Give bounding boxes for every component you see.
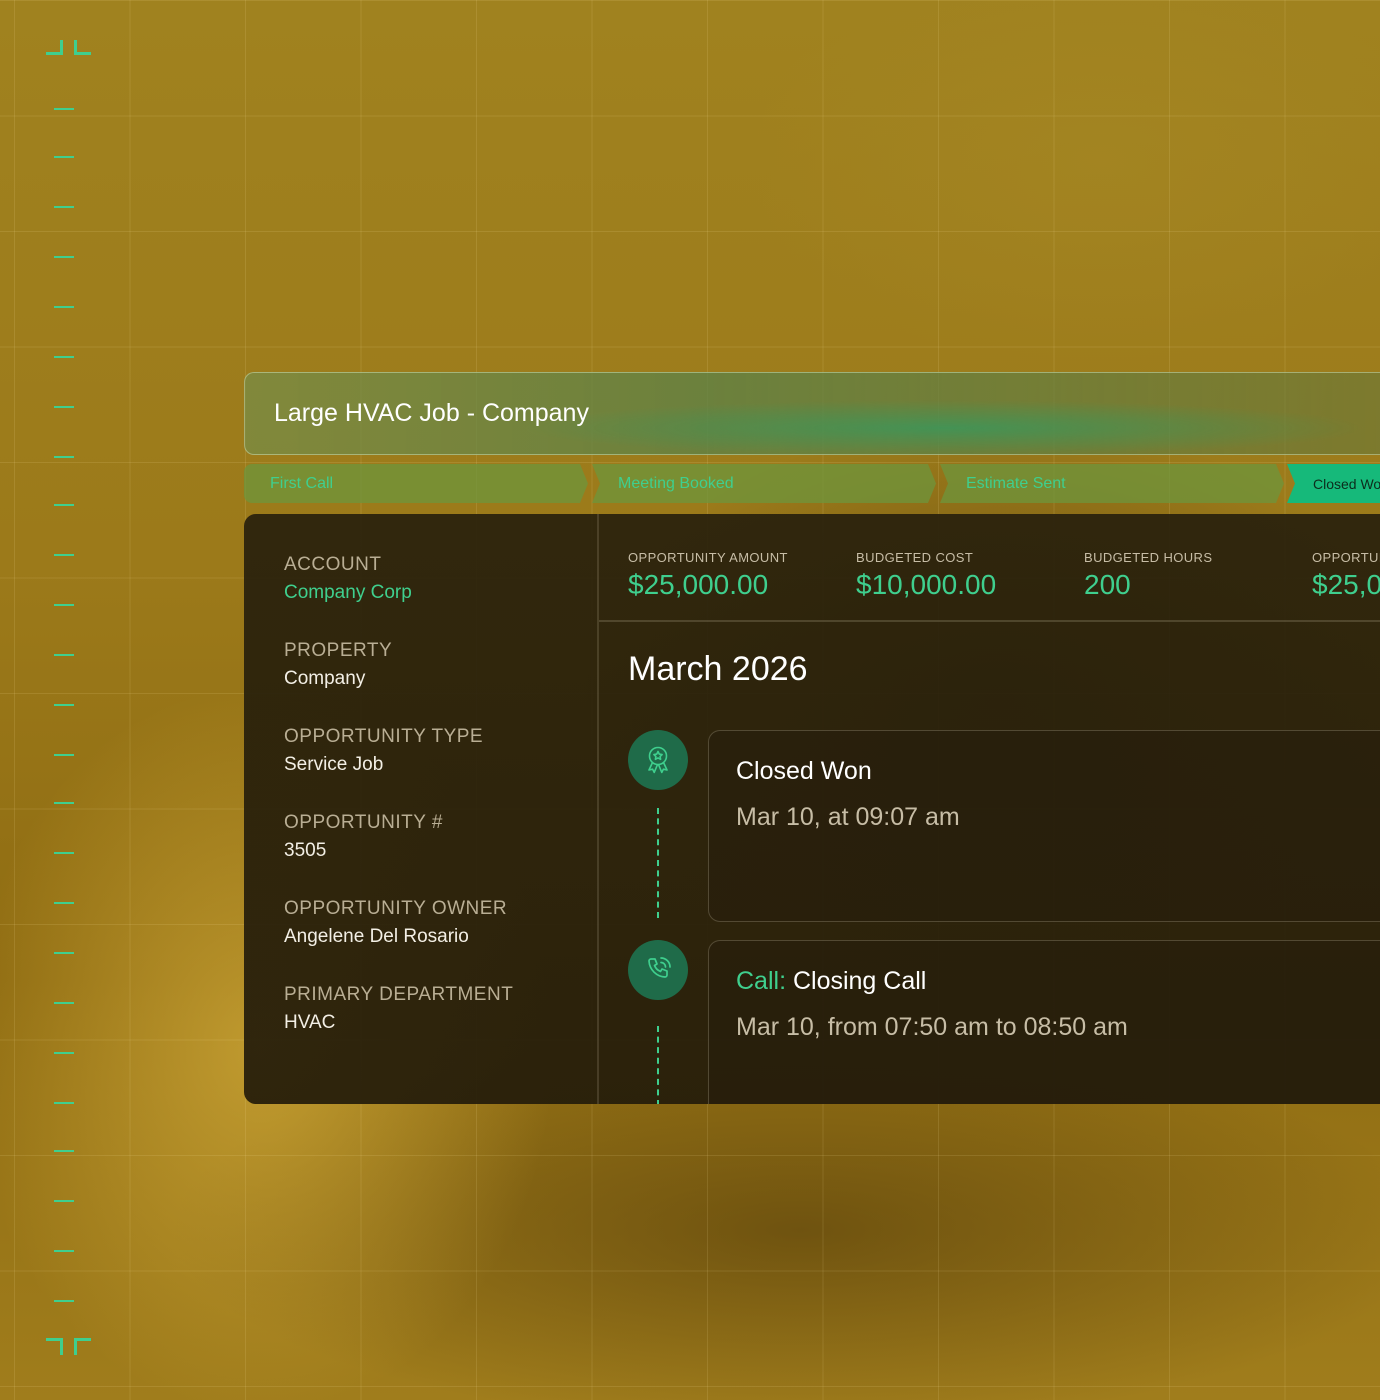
opportunity-title: Large HVAC Job - Company xyxy=(274,399,589,427)
ruler-tick xyxy=(54,1150,74,1152)
event-title: Closed Won xyxy=(736,757,872,786)
ruler-tick xyxy=(54,754,74,756)
stage-closed-won[interactable]: Closed Wo xyxy=(1287,464,1380,503)
field-label: OPPORTUNITY TYPE xyxy=(284,726,484,747)
event-title-text: Closing Call xyxy=(786,967,927,995)
event-date: Mar 10, at 09:07 am xyxy=(736,803,960,831)
ruler-tick xyxy=(54,306,74,308)
metric-value: $25,0 xyxy=(1312,569,1380,600)
field-value: Company xyxy=(284,668,366,689)
field-value: 3505 xyxy=(284,840,327,861)
ruler-tick xyxy=(54,108,74,110)
ruler-tick xyxy=(54,654,74,656)
field-label: PROPERTY xyxy=(284,640,393,661)
field-label: OPPORTUNITY # xyxy=(284,812,443,833)
details-sidebar: ACCOUNT Company Corp PROPERTY Company OP… xyxy=(244,514,599,1104)
field-label: PRIMARY DEPARTMENT xyxy=(284,984,514,1005)
account-link[interactable]: Company Corp xyxy=(284,582,412,604)
field-account: ACCOUNT Company Corp xyxy=(284,554,412,604)
stage-meeting-booked[interactable]: Meeting Booked xyxy=(592,464,936,503)
metric-label: BUDGETED COST xyxy=(856,550,974,565)
ruler-corner-top-right xyxy=(74,40,91,55)
ruler-tick xyxy=(54,256,74,258)
metric-budgeted-hours: BUDGETED HOURS 200 xyxy=(1084,550,1212,601)
ruler-tick xyxy=(54,356,74,358)
event-type-prefix: Call: xyxy=(736,967,787,995)
field-label: ACCOUNT xyxy=(284,554,382,575)
ruler-tick xyxy=(54,1052,74,1054)
metric-budgeted-cost: BUDGETED COST $10,000.00 xyxy=(856,550,996,601)
field-property: PROPERTY Company xyxy=(284,640,392,690)
metric-opportunity-truncated: OPPORTUN $25,0 xyxy=(1312,550,1380,601)
ruler-tick xyxy=(54,554,74,556)
ruler-tick xyxy=(54,704,74,706)
metrics-row: OPPORTUNITY AMOUNT $25,000.00 BUDGETED C… xyxy=(599,514,1380,622)
metric-value: $25,000.00 xyxy=(628,569,769,600)
ruler-tick xyxy=(54,852,74,854)
ruler-tick xyxy=(54,504,74,506)
field-label: OPPORTUNITY OWNER xyxy=(284,898,508,919)
timeline-connector xyxy=(657,1026,659,1104)
ruler-tick xyxy=(54,952,74,954)
timeline-connector xyxy=(657,808,659,918)
ruler-tick xyxy=(54,1200,74,1202)
ruler-corner-top-left xyxy=(46,40,63,55)
stage-label: Meeting Booked xyxy=(618,475,734,492)
ruler-corner-bottom-left xyxy=(46,1338,63,1355)
ruler-corner-bottom-right xyxy=(74,1338,91,1355)
opportunity-header: Large HVAC Job - Company xyxy=(244,372,1380,455)
stage-label: Closed Wo xyxy=(1313,476,1380,492)
ruler-tick xyxy=(54,1300,74,1302)
metric-label: OPPORTUN xyxy=(1312,550,1380,565)
ruler-tick xyxy=(54,1250,74,1252)
ruler-tick xyxy=(54,802,74,804)
phone-call-icon xyxy=(628,940,688,1000)
ruler-tick xyxy=(54,604,74,606)
metric-value: 200 xyxy=(1084,569,1131,600)
field-primary-department: PRIMARY DEPARTMENT HVAC xyxy=(284,984,513,1034)
field-value: Angelene Del Rosario xyxy=(284,926,469,947)
opportunity-panel: ACCOUNT Company Corp PROPERTY Company OP… xyxy=(244,514,1380,1104)
ruler-tick xyxy=(54,456,74,458)
event-title-text: Closed Won xyxy=(736,757,872,785)
timeline-event-card[interactable]: Closed Won Mar 10, at 09:07 am xyxy=(708,730,1380,922)
field-value: HVAC xyxy=(284,1012,336,1033)
ruler-tick xyxy=(54,1102,74,1104)
metric-label: OPPORTUNITY AMOUNT xyxy=(628,550,788,565)
field-opportunity-owner: OPPORTUNITY OWNER Angelene Del Rosario xyxy=(284,898,507,948)
metric-label: BUDGETED HOURS xyxy=(1084,550,1213,565)
timeline-event-card[interactable]: Call: Closing Call Mar 10, from 07:50 am… xyxy=(708,940,1380,1104)
timeline-month: March 2026 xyxy=(628,650,808,688)
field-opportunity-number: OPPORTUNITY # 3505 xyxy=(284,812,443,862)
ruler-tick xyxy=(54,1002,74,1004)
event-title: Call: Closing Call xyxy=(736,967,926,996)
metric-value: $10,000.00 xyxy=(856,569,997,600)
ruler-tick xyxy=(54,206,74,208)
ruler-tick xyxy=(54,902,74,904)
ruler-tick xyxy=(54,156,74,158)
field-opportunity-type: OPPORTUNITY TYPE Service Job xyxy=(284,726,483,776)
field-value: Service Job xyxy=(284,754,384,775)
stage-estimate-sent[interactable]: Estimate Sent xyxy=(940,464,1284,503)
stage-label: Estimate Sent xyxy=(966,475,1066,492)
stage-first-call[interactable]: First Call xyxy=(244,464,588,503)
ruler-tick xyxy=(54,406,74,408)
stage-label: First Call xyxy=(270,475,334,492)
metric-opportunity-amount: OPPORTUNITY AMOUNT $25,000.00 xyxy=(628,550,788,601)
award-ribbon-icon xyxy=(628,730,688,790)
event-date: Mar 10, from 07:50 am to 08:50 am xyxy=(736,1013,1128,1041)
